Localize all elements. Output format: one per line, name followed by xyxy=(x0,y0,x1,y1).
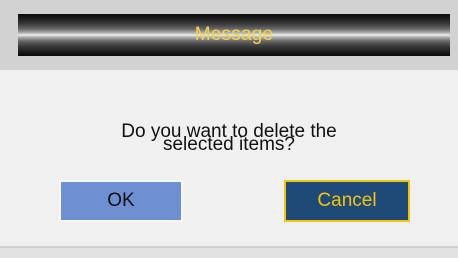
cancel-button-label: Cancel xyxy=(317,190,377,211)
ok-button[interactable]: OK xyxy=(59,180,183,222)
cancel-button[interactable]: Cancel xyxy=(284,180,410,222)
dialog-bottom-strip xyxy=(0,246,458,258)
ok-button-label: OK xyxy=(107,190,135,211)
delete-confirm-dialog: Message Do you want to delete the select… xyxy=(0,0,458,258)
dialog-title-bar: Message xyxy=(18,14,450,56)
dialog-message-line-2: selected items? xyxy=(162,134,295,155)
dialog-title-frame: Message xyxy=(0,0,458,70)
dialog-title: Message xyxy=(194,24,274,45)
